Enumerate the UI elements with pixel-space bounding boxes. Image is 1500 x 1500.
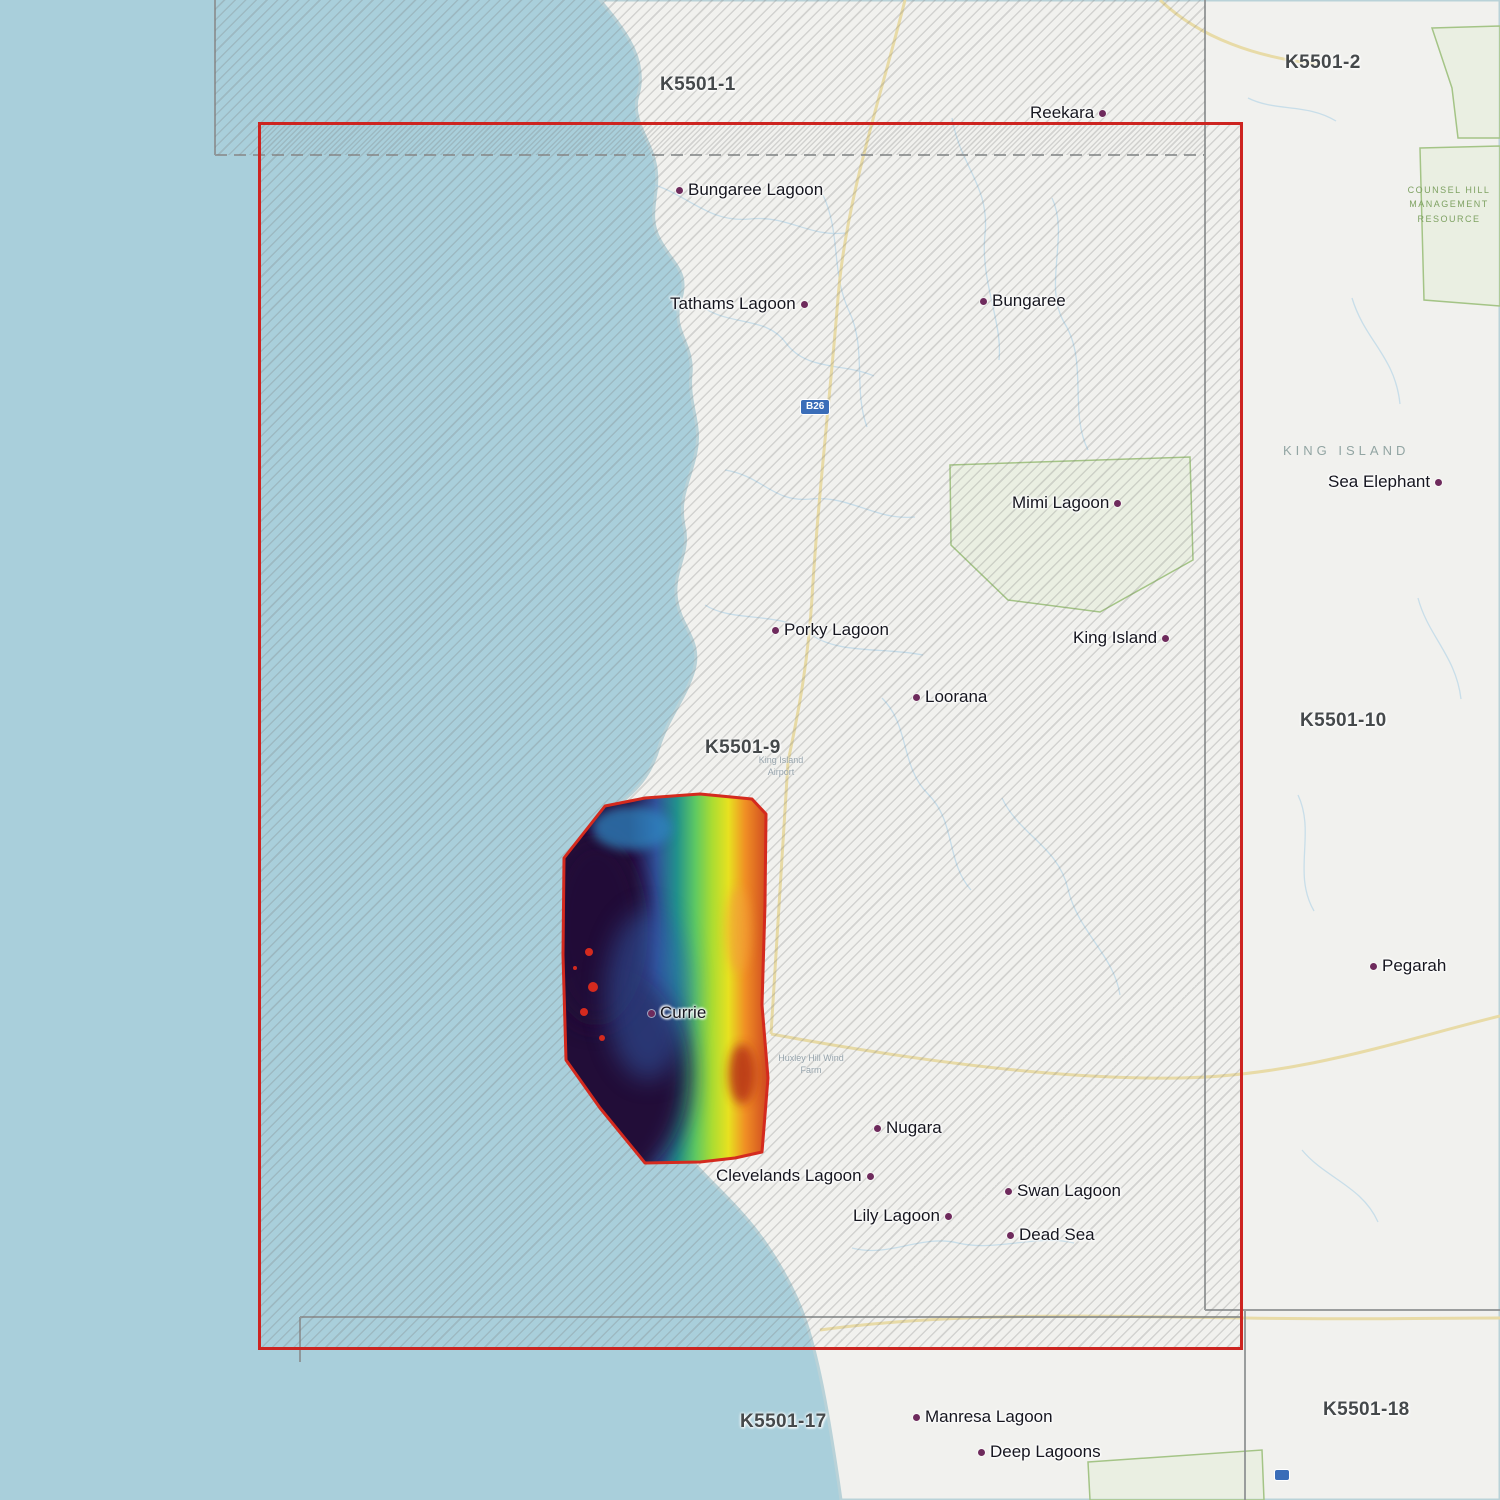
place-mimi-lagoon: Mimi Lagoon [1012,493,1121,513]
route-shield-b26: B26 [800,399,830,415]
place-name: Reekara [1030,103,1094,123]
place-deep-lagoons: Deep Lagoons [978,1442,1101,1462]
place-marker-dot [1099,110,1106,117]
place-marker-dot [1370,963,1377,970]
place-name: Nugara [886,1118,942,1138]
place-name: Bungaree [992,291,1066,311]
tile-label-k5501-10: K5501-10 [1300,710,1387,732]
place-marker-dot [945,1213,952,1220]
place-king-island: King Island [1073,628,1169,648]
place-marker-dot [801,301,808,308]
place-name: Mimi Lagoon [1012,493,1109,513]
place-marker-dot [1007,1232,1014,1239]
tile-label-k5501-18: K5501-18 [1323,1399,1410,1421]
place-porky-lagoon: Porky Lagoon [772,620,889,640]
elevation-raster [525,794,768,1183]
poi-label-wind-farm: Huxley Hill Wind Farm [778,1053,844,1076]
poi-label-airport: King Island Airport [748,755,814,778]
place-name: Loorana [925,687,987,707]
place-currie: Currie [648,1003,706,1023]
region-label-king-island: KING ISLAND [1283,443,1409,458]
place-name: Lily Lagoon [853,1206,940,1226]
route-shield-minor [1274,1469,1290,1481]
place-name: Currie [660,1003,706,1023]
place-dead-sea: Dead Sea [1007,1225,1095,1245]
place-marker-dot [648,1010,655,1017]
place-tathams-lagoon: Tathams Lagoon [670,294,808,314]
place-clevelands-lagoon: Clevelands Lagoon [716,1166,874,1186]
place-marker-dot [913,694,920,701]
place-marker-dot [978,1449,985,1456]
place-swan-lagoon: Swan Lagoon [1005,1181,1121,1201]
place-marker-dot [867,1173,874,1180]
place-marker-dot [913,1414,920,1421]
place-marker-dot [1114,500,1121,507]
place-loorana: Loorana [913,687,987,707]
place-marker-dot [1162,635,1169,642]
place-name: Bungaree Lagoon [688,180,823,200]
place-name: King Island [1073,628,1157,648]
place-name: Swan Lagoon [1017,1181,1121,1201]
place-manresa-lagoon: Manresa Lagoon [913,1407,1053,1427]
place-pegarah: Pegarah [1370,956,1446,976]
place-marker-dot [772,627,779,634]
tile-label-k5501-17: K5501-17 [740,1411,827,1433]
place-nugara: Nugara [874,1118,942,1138]
place-name: Deep Lagoons [990,1442,1101,1462]
place-name: Clevelands Lagoon [716,1166,862,1186]
tile-label-k5501-2: K5501-2 [1285,52,1361,74]
map-canvas[interactable]: K5501-1 K5501-2 K5501-9 K5501-10 K5501-1… [0,0,1500,1500]
place-name: Manresa Lagoon [925,1407,1053,1427]
place-name: Porky Lagoon [784,620,889,640]
place-name: Tathams Lagoon [670,294,796,314]
place-sea-elephant: Sea Elephant [1328,472,1442,492]
place-marker-dot [676,187,683,194]
place-marker-dot [980,298,987,305]
place-lily-lagoon: Lily Lagoon [853,1206,952,1226]
place-marker-dot [874,1125,881,1132]
region-label-counsel-hill: COUNSEL HILL MANAGEMENT RESOURCE [1395,183,1500,226]
place-marker-dot [1005,1188,1012,1195]
place-bungaree-lagoon: Bungaree Lagoon [676,180,823,200]
place-name: Dead Sea [1019,1225,1095,1245]
place-bungaree: Bungaree [980,291,1066,311]
tile-label-k5501-1: K5501-1 [660,74,736,96]
place-marker-dot [1435,479,1442,486]
place-reekara: Reekara [1030,103,1106,123]
place-name: Sea Elephant [1328,472,1430,492]
place-name: Pegarah [1382,956,1446,976]
